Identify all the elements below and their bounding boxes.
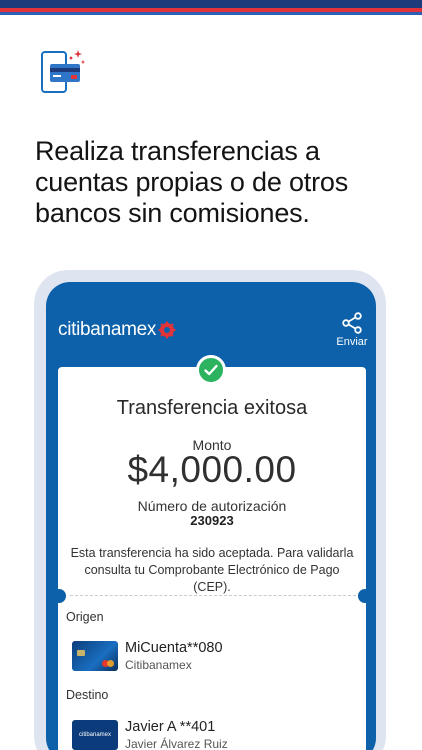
- origin-card-image: [72, 641, 118, 671]
- blue-stripe: [0, 12, 422, 15]
- headline-line-3: bancos sin comisiones.: [35, 198, 310, 228]
- promo-headline: Realiza transferencias a cuentas propias…: [35, 136, 395, 229]
- headline-line-1: Realiza transferencias a: [35, 136, 320, 166]
- destination-card-brand: citibanamex: [78, 732, 111, 738]
- destination-card-image: citibanamex: [72, 720, 118, 750]
- origin-section-label: Origen: [66, 610, 104, 624]
- destination-holder-name: Javier Álvarez Ruiz: [125, 737, 228, 750]
- receipt-note: Esta transferencia ha sido aceptada. Par…: [58, 545, 366, 596]
- navy-stripe: [0, 0, 422, 8]
- share-icon: [342, 312, 362, 334]
- citi-arc-logo-icon: [158, 321, 176, 339]
- brand-wordmark: citibanamex: [58, 319, 157, 340]
- origin-bank-name: Citibanamex: [125, 658, 192, 672]
- success-check-badge: [196, 355, 226, 385]
- destination-account-name: Javier A **401: [125, 719, 216, 735]
- card-chip: [77, 650, 85, 656]
- receipt-divider: [70, 595, 356, 596]
- authorization-label: Número de autorización: [137, 498, 287, 514]
- receipt-title: Transferencia exitosa: [116, 397, 308, 419]
- check-icon: [204, 364, 218, 376]
- destination-section-label: Destino: [66, 688, 109, 702]
- origin-account-name: MiCuenta**080: [125, 640, 223, 656]
- phone-card-sparkle-icon: [38, 46, 88, 98]
- citibanamex-logo: citibanamex: [58, 318, 176, 342]
- share-button[interactable]: Enviar: [332, 312, 372, 348]
- amount-value: $4,000.00: [127, 449, 297, 490]
- receipt-note-line-2: consulta tu Comprobante Electrónico de P…: [84, 563, 340, 594]
- top-color-band: [0, 0, 422, 16]
- authorization-number: 230923: [190, 513, 234, 528]
- share-label: Enviar: [336, 336, 368, 348]
- card-network-circle-orange: [107, 660, 114, 667]
- receipt-note-line-1: Esta transferencia ha sido aceptada. Par…: [70, 546, 354, 560]
- headline-line-2: cuentas propias o de otros: [35, 167, 348, 197]
